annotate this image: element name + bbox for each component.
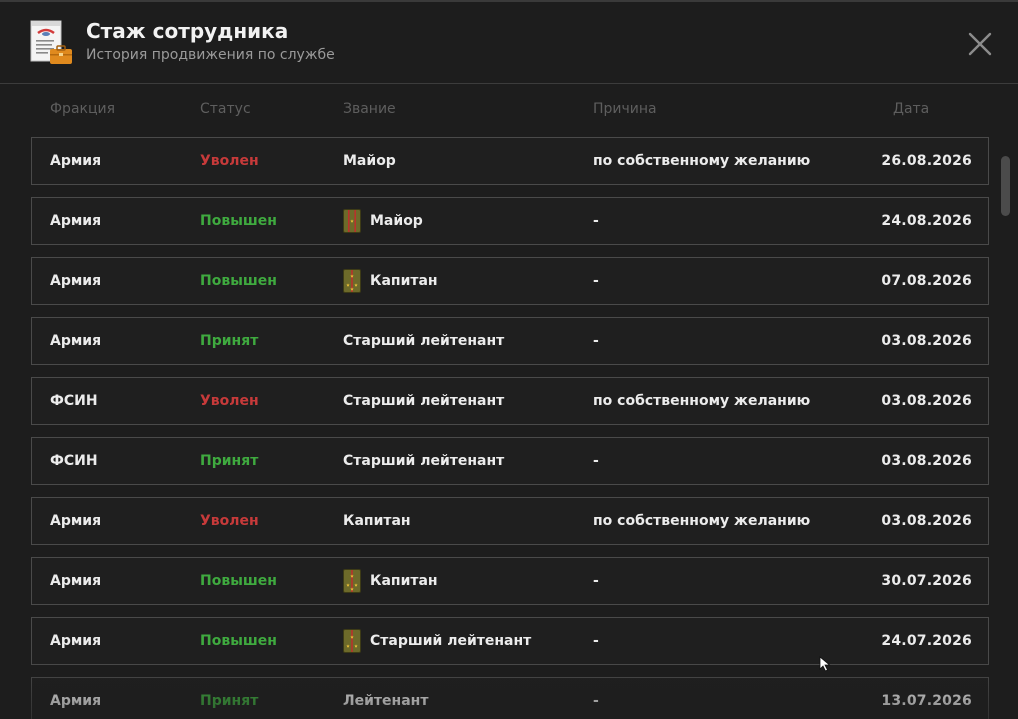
row-rank: Майор [343, 198, 423, 244]
row-rank: Капитан [343, 258, 438, 304]
row-rank-label: Майор [343, 153, 396, 169]
history-row[interactable]: Армия Повышен Капитан - 07.08.2026 [31, 257, 989, 305]
major-shoulder-strap-icon [343, 209, 361, 233]
row-date: 03.08.2026 [881, 393, 972, 409]
row-rank-label: Старший лейтенант [370, 633, 532, 649]
row-rank: Лейтенант [343, 678, 428, 719]
row-rank-label: Капитан [343, 513, 411, 529]
row-rank-label: Лейтенант [343, 693, 429, 709]
column-header-faction: Фракция [50, 101, 116, 117]
row-status: Принят [200, 693, 259, 709]
row-rank-label: Старший лейтенант [343, 393, 505, 409]
row-status: Принят [200, 453, 259, 469]
row-reason: - [593, 633, 599, 649]
page-subtitle: История продвижения по службе [86, 47, 335, 63]
row-status: Повышен [200, 633, 277, 649]
row-status: Повышен [200, 273, 277, 289]
history-row[interactable]: ФСИН Уволен Старший лейтенант по собственно… [31, 377, 989, 425]
row-date: 07.08.2026 [881, 273, 972, 289]
row-rank: Старший лейтенант [343, 378, 504, 424]
row-status: Принят [200, 333, 259, 349]
senior-lieutenant-shoulder-strap-icon [343, 629, 361, 653]
row-faction: ФСИН [50, 393, 98, 409]
row-faction: Армия [50, 513, 102, 529]
row-reason: - [593, 273, 599, 289]
history-row[interactable]: Армия Принят Лейтенант - 13.07.2026 [31, 677, 989, 719]
row-rank-label: Капитан [370, 573, 438, 589]
row-status: Уволен [200, 393, 259, 409]
row-status: Уволен [200, 513, 259, 529]
row-reason: - [593, 573, 599, 589]
row-faction: Армия [50, 573, 102, 589]
row-faction: Армия [50, 273, 102, 289]
history-row[interactable]: Армия Уволен Майор по собственному желанию 2… [31, 137, 989, 185]
row-rank-label: Старший лейтенант [343, 333, 505, 349]
row-reason: - [593, 333, 599, 349]
column-header-date: Дата [893, 101, 930, 117]
column-header-reason: Причина [593, 101, 657, 117]
history-row[interactable]: ФСИН Принят Старший лейтенант - 03.08.2026 [31, 437, 989, 485]
captain-shoulder-strap-icon [343, 569, 361, 593]
row-rank: Старший лейтенант [343, 318, 504, 364]
row-faction: Армия [50, 633, 102, 649]
row-status: Повышен [200, 573, 277, 589]
row-reason: - [593, 213, 599, 229]
row-date: 30.07.2026 [881, 573, 972, 589]
row-date: 13.07.2026 [881, 693, 972, 709]
row-rank: Старший лейтенант [343, 618, 531, 664]
seniority-window: Стаж сотрудника История продвижения по с… [0, 0, 1018, 719]
history-row[interactable]: Армия Повышен Капитан - 30.07.2026 [31, 557, 989, 605]
row-faction: ФСИН [50, 453, 98, 469]
row-date: 03.08.2026 [881, 453, 972, 469]
row-date: 24.07.2026 [881, 633, 972, 649]
row-status: Повышен [200, 213, 277, 229]
history-row[interactable]: Армия Уволен Капитан по собственному желани… [31, 497, 989, 545]
history-row[interactable]: Армия Принят Старший лейтенант - 03.08.2026 [31, 317, 989, 365]
row-date: 26.08.2026 [881, 153, 972, 169]
history-row[interactable]: Армия Повышен Майор - 24.08.2026 [31, 197, 989, 245]
history-row[interactable]: Армия Повышен Старший лейтенант - 24.07.202… [31, 617, 989, 665]
column-header-rank: Звание [343, 101, 396, 117]
row-rank-label: Майор [370, 213, 423, 229]
row-reason: по собственному желанию [593, 513, 811, 529]
mouse-cursor-icon [819, 656, 831, 672]
row-rank: Капитан [343, 498, 411, 544]
row-faction: Армия [50, 333, 102, 349]
row-date: 03.08.2026 [881, 513, 972, 529]
row-reason: - [593, 693, 599, 709]
column-header-status: Статус [200, 101, 251, 117]
document-briefcase-icon [30, 20, 72, 64]
close-icon[interactable] [964, 28, 996, 60]
row-reason: по собственному желанию [593, 393, 811, 409]
row-rank-label: Старший лейтенант [343, 453, 505, 469]
row-rank: Старший лейтенант [343, 438, 504, 484]
row-rank-label: Капитан [370, 273, 438, 289]
window-header: Стаж сотрудника История продвижения по с… [0, 2, 1018, 84]
history-list[interactable]: Армия Уволен Майор по собственному желанию 2… [31, 137, 989, 719]
row-status: Уволен [200, 153, 259, 169]
row-faction: Армия [50, 153, 102, 169]
row-rank: Капитан [343, 558, 438, 604]
row-rank: Майор [343, 138, 396, 184]
scrollbar[interactable] [1001, 152, 1010, 712]
row-faction: Армия [50, 693, 102, 709]
captain-shoulder-strap-icon [343, 269, 361, 293]
scrollbar-thumb[interactable] [1001, 156, 1010, 216]
row-date: 24.08.2026 [881, 213, 972, 229]
row-faction: Армия [50, 213, 102, 229]
row-reason: - [593, 453, 599, 469]
page-title: Стаж сотрудника [86, 19, 289, 43]
row-reason: по собственному желанию [593, 153, 811, 169]
row-date: 03.08.2026 [881, 333, 972, 349]
